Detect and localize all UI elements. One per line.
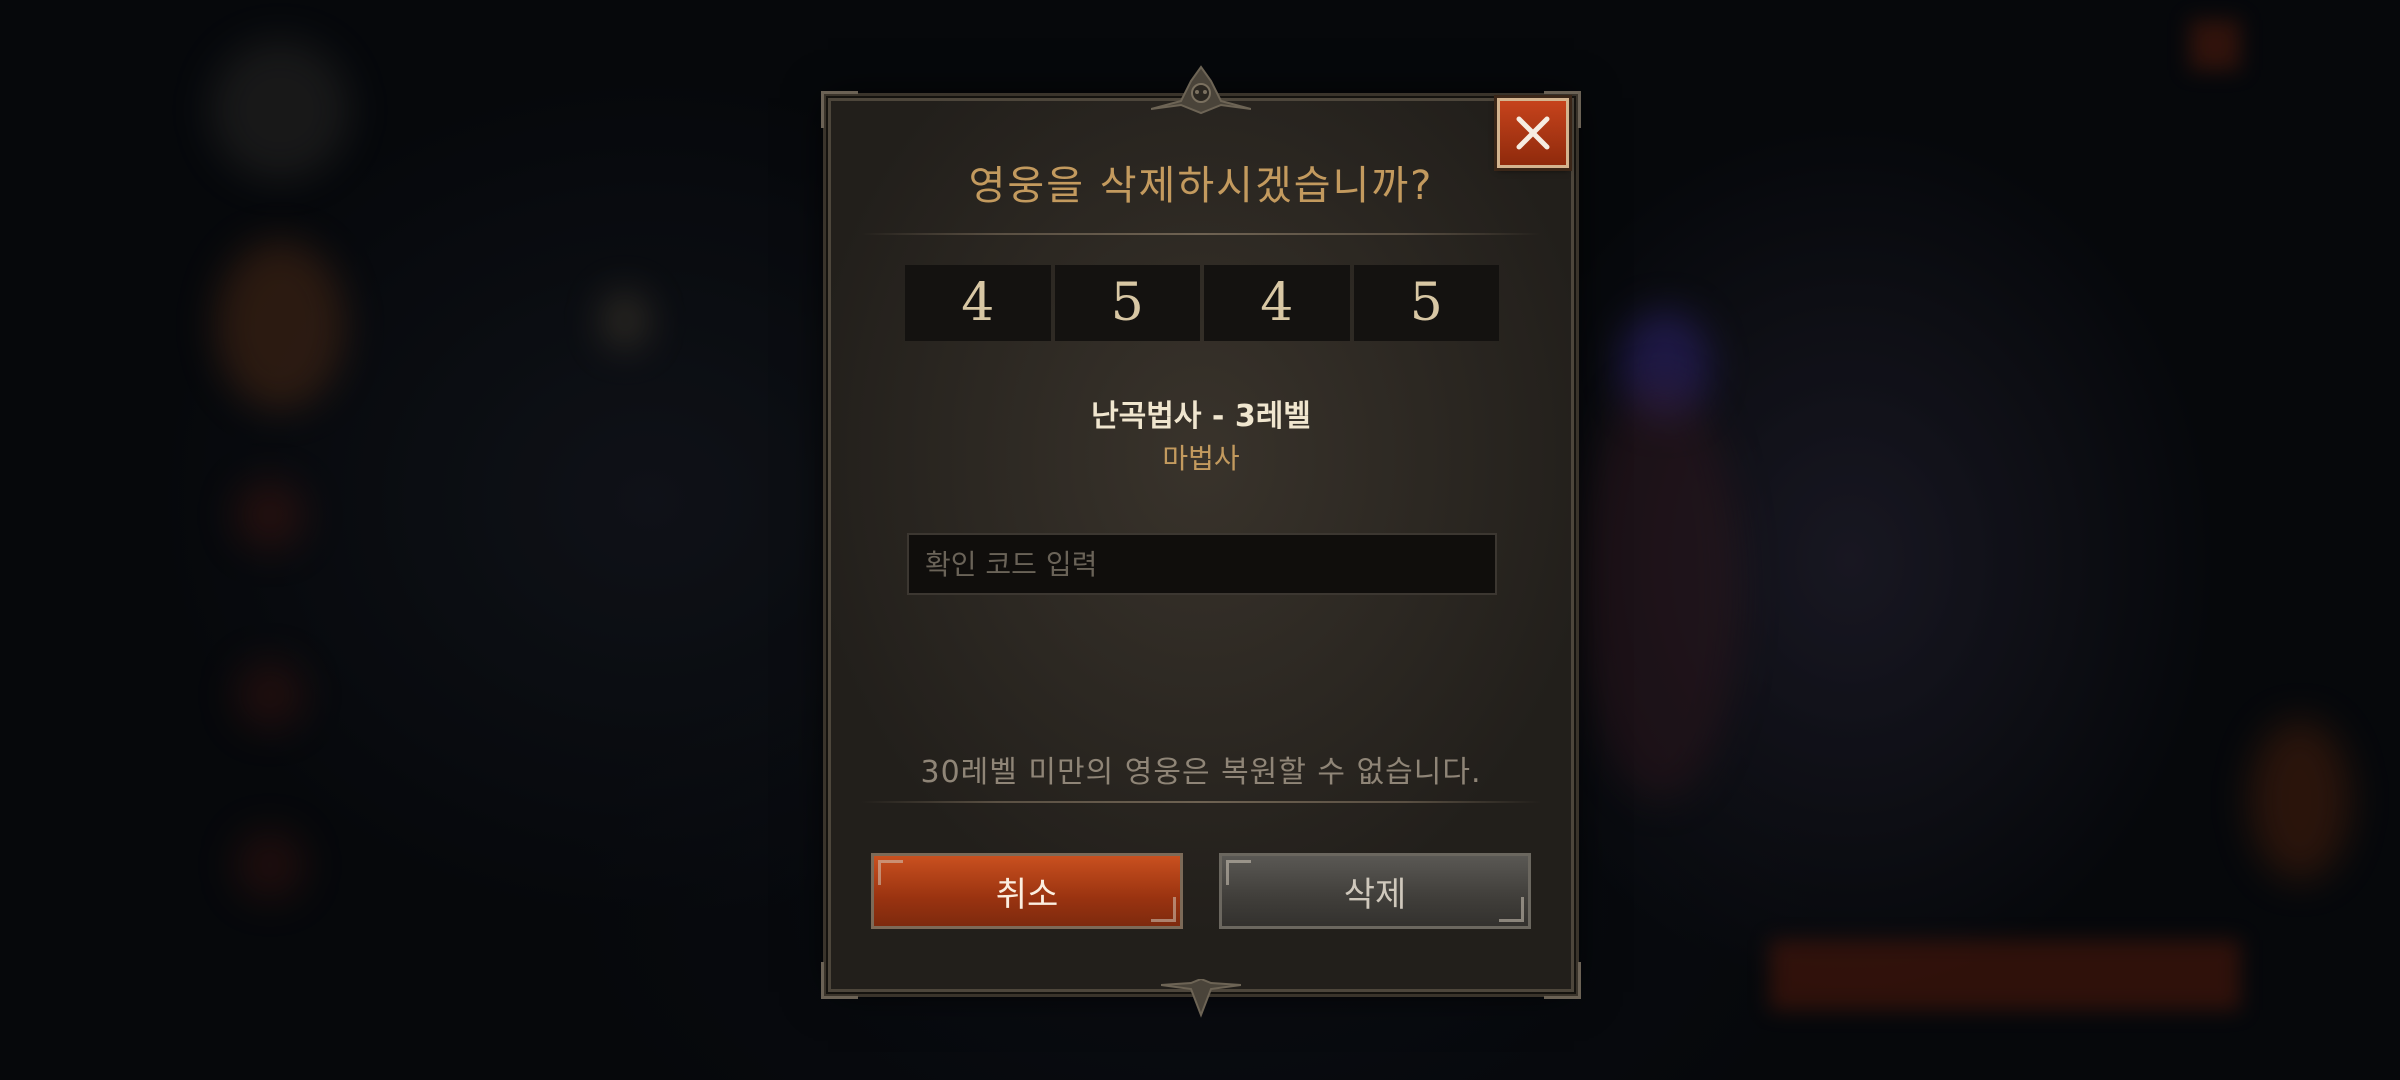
code-digit: 5 bbox=[1054, 265, 1200, 341]
hero-name-level: 난곡법사 - 3레벨 bbox=[1091, 399, 1311, 434]
frame-ornament-icon bbox=[1161, 979, 1241, 1018]
code-digit: 4 bbox=[905, 265, 1051, 341]
cancel-button-label: 취소 bbox=[995, 874, 1059, 915]
skull-crest-icon bbox=[1151, 65, 1251, 115]
frame-corner bbox=[821, 91, 858, 128]
close-icon bbox=[1516, 116, 1550, 150]
code-digit: 5 bbox=[1353, 265, 1499, 341]
confirmation-code: 4 5 4 5 bbox=[905, 265, 1499, 341]
cancel-button[interactable]: 취소 bbox=[871, 853, 1183, 929]
delete-hero-dialog: 영웅을 삭제하시겠습니까? 4 5 4 5 난곡법사 - 3레벨 마법사 30레… bbox=[821, 65, 1581, 1018]
code-digit: 4 bbox=[1204, 265, 1350, 341]
confirmation-code-input[interactable] bbox=[907, 533, 1497, 595]
footer-divider bbox=[861, 801, 1541, 803]
frame-corner bbox=[821, 962, 858, 999]
restore-notice: 30레벨 미만의 영웅은 복원할 수 없습니다. bbox=[920, 755, 1482, 790]
dialog-title: 영웅을 삭제하시겠습니까? bbox=[968, 163, 1434, 209]
title-divider bbox=[861, 233, 1541, 235]
delete-button-label: 삭제 bbox=[1343, 874, 1407, 915]
hero-class: 마법사 bbox=[1162, 442, 1240, 475]
close-button[interactable] bbox=[1497, 98, 1569, 168]
frame-corner bbox=[1544, 962, 1581, 999]
delete-button[interactable]: 삭제 bbox=[1219, 853, 1531, 929]
